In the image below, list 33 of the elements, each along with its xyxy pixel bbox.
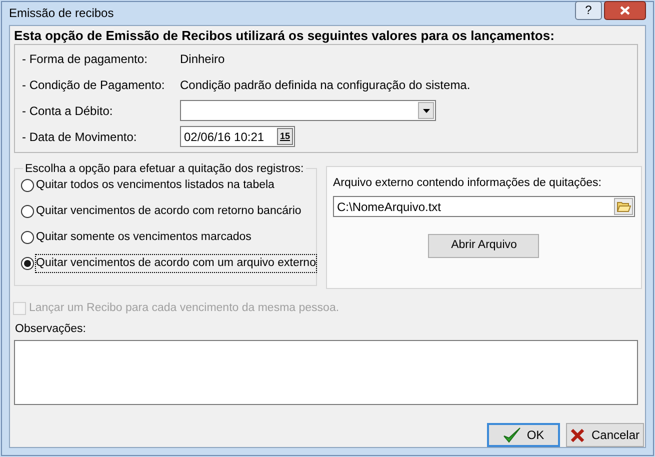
radio-button[interactable] (21, 231, 34, 244)
cancel-button[interactable]: Cancelar (566, 423, 644, 447)
help-button[interactable]: ? (575, 0, 602, 20)
option-label: Quitar somente os vencimentos marcados (36, 230, 252, 246)
close-button[interactable] (604, 0, 646, 20)
option-label: Quitar vencimentos de acordo com um arquivo externo (36, 255, 316, 272)
window-title: Emissão de recibos (9, 5, 114, 22)
option-label: Quitar todos os vencimentos listados na tabela (36, 178, 274, 194)
radio-button[interactable] (21, 205, 34, 218)
close-icon (620, 6, 630, 15)
cross-icon (570, 428, 586, 442)
value-text: Condição padrão definida na configuração do sistema. (180, 76, 470, 94)
calendar-button[interactable]: 15 (276, 128, 293, 146)
notes-label: Observações: (15, 322, 87, 337)
ok-button[interactable]: OK (487, 423, 560, 447)
file-path-field[interactable]: C:\NomeArquivo.txt (332, 196, 635, 217)
check-icon (502, 427, 521, 443)
radio-button[interactable] (21, 257, 34, 270)
option-label: Quitar vencimentos de acordo com retorno bancário (36, 204, 302, 220)
field-label: - Forma de pagamento: (22, 50, 148, 68)
value-text: Dinheiro (180, 50, 225, 68)
field-label: - Conta a Débito: (22, 102, 114, 120)
heading: Esta opção de Emissão de Recibos utilizará os seguintes valores para os lançamentos: (13, 26, 556, 44)
date-field[interactable]: 02/06/16 10:21 15 (180, 126, 295, 148)
notes-field[interactable] (14, 340, 638, 405)
radio-button[interactable] (21, 179, 34, 192)
field-label: - Data de Movimento: (22, 128, 138, 146)
account-dropdown[interactable] (180, 100, 436, 122)
field-label: - Condição de Pagamento: (22, 76, 166, 94)
checkbox-label: Lançar um Recibo para cada vencimento da mesma pessoa. (29, 301, 340, 316)
folder-icon[interactable] (614, 198, 633, 215)
file-label: Arquivo externo contendo informações de quitações: (332, 176, 602, 191)
open-file-button[interactable]: Abrir Arquivo (428, 234, 540, 258)
